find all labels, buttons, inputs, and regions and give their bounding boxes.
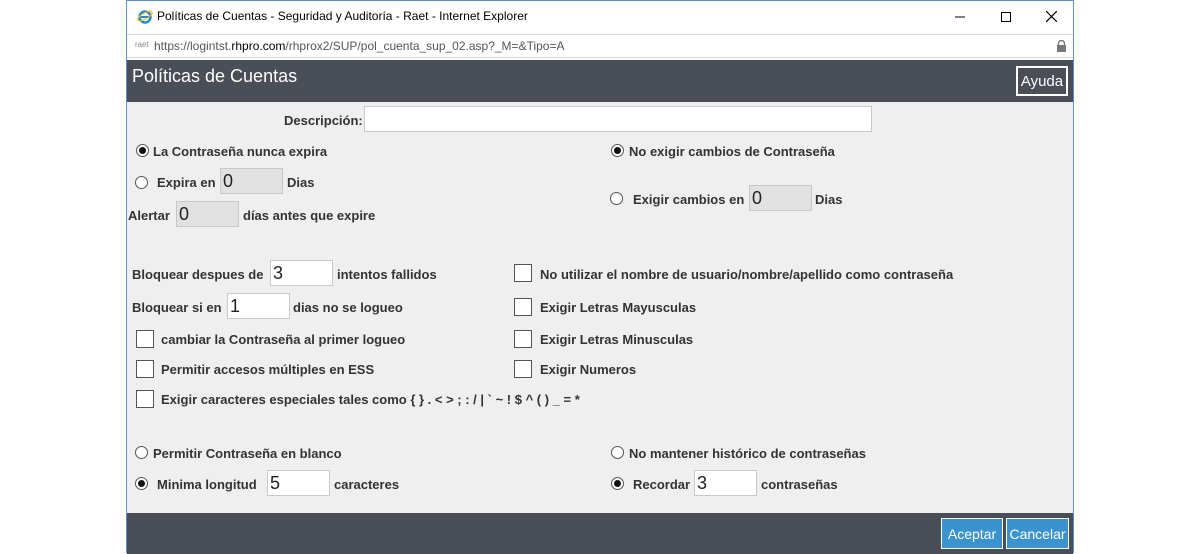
alert-days-input[interactable]: 0 (176, 201, 239, 227)
min-length-radio[interactable] (135, 477, 148, 490)
expires-in-days-input[interactable]: 0 (220, 168, 283, 194)
require-change-radio[interactable] (610, 192, 623, 205)
min-length-label: Minima longitud (157, 477, 257, 492)
page-title: Políticas de Cuentas (132, 66, 298, 86)
special-chars-checkbox[interactable] (136, 390, 154, 408)
lock-inactive-suffix: dias no se logueo (293, 300, 403, 315)
no-username-label: No utilizar el nombre de usuario/nombre/… (540, 267, 954, 282)
title-bar: Políticas de Cuentas - Seguridad y Audit… (127, 1, 1073, 32)
descripcion-input[interactable] (364, 106, 872, 132)
require-change-days-label: Dias (815, 192, 843, 207)
lock-inactive-days-input[interactable]: 1 (227, 293, 290, 319)
alert-days-suffix: días antes que expire (243, 208, 376, 223)
require-change-days-input[interactable]: 0 (749, 185, 812, 211)
lock-after-suffix: intentos fallidos (337, 267, 437, 282)
require-lowercase-label: Exigir Letras Minusculas (540, 332, 694, 347)
lock-icon (1057, 40, 1066, 52)
require-uppercase-label: Exigir Letras Mayusculas (540, 300, 697, 315)
dialog-content: Políticas de Cuentas Ayuda Descripción: … (127, 60, 1073, 554)
expires-days-label: Dias (287, 175, 315, 190)
multiple-access-ess-checkbox[interactable] (136, 360, 154, 378)
expires-in-label: Expira en (157, 175, 216, 190)
remember-radio[interactable] (611, 477, 624, 490)
special-chars-label: Exigir caracteres especiales tales como … (161, 392, 580, 407)
dialog-header: Políticas de Cuentas Ayuda (127, 60, 1073, 102)
no-username-checkbox[interactable] (514, 264, 532, 282)
site-favicon: raet (135, 40, 149, 49)
change-password-first-login-checkbox[interactable] (136, 330, 154, 348)
dialog-footer: Aceptar Cancelar (127, 513, 1073, 554)
help-button[interactable]: Ayuda (1016, 66, 1068, 96)
remember-count-input[interactable]: 3 (694, 470, 757, 496)
no-history-radio[interactable] (611, 446, 624, 459)
descripcion-label: Descripción: (284, 113, 363, 128)
require-numbers-label: Exigir Numeros (540, 362, 637, 377)
internet-explorer-icon (137, 10, 153, 24)
remember-label: Recordar (633, 477, 691, 492)
remember-suffix: contraseñas (761, 477, 838, 492)
maximize-icon (1001, 11, 1011, 22)
address-url[interactable]: https://logintst.rhpro.com/rhprox2/SUP/p… (154, 39, 564, 53)
no-history-label: No mantener histórico de contraseñas (629, 446, 866, 461)
no-require-change-label: No exigir cambios de Contraseña (629, 144, 835, 159)
require-numbers-checkbox[interactable] (514, 360, 532, 378)
min-length-suffix: caracteres (334, 477, 400, 492)
multiple-access-ess-label: Permitir accesos múltiples en ESS (161, 362, 375, 377)
change-password-first-login-label: cambiar la Contraseña al primer logueo (161, 332, 406, 347)
require-lowercase-checkbox[interactable] (514, 330, 532, 348)
accept-button[interactable]: Aceptar (941, 518, 1003, 549)
lock-inactive-label: Bloquear si en (132, 300, 222, 315)
expires-in-radio[interactable] (135, 176, 148, 189)
minimize-button[interactable] (937, 1, 983, 32)
lock-after-attempts-input[interactable]: 3 (270, 260, 333, 286)
require-change-label: Exigir cambios en (633, 192, 745, 207)
address-bar[interactable]: raet https://logintst.rhpro.com/rhprox2/… (127, 34, 1073, 58)
lock-after-label: Bloquear despues de (132, 267, 264, 282)
min-length-input[interactable]: 5 (267, 470, 330, 496)
close-icon (1045, 11, 1057, 22)
password-never-expires-label: La Contraseña nunca expira (153, 144, 328, 159)
maximize-button[interactable] (983, 1, 1029, 32)
cancel-button[interactable]: Cancelar (1006, 518, 1069, 549)
password-never-expires-radio[interactable] (136, 144, 149, 157)
browser-window: Políticas de Cuentas - Seguridad y Audit… (126, 0, 1074, 554)
minimize-icon (955, 16, 965, 17)
no-require-change-radio[interactable] (611, 144, 624, 157)
allow-blank-label: Permitir Contraseña en blanco (153, 446, 342, 461)
alert-label: Alertar (128, 208, 170, 223)
close-button[interactable] (1028, 1, 1074, 32)
require-uppercase-checkbox[interactable] (514, 298, 532, 316)
allow-blank-radio[interactable] (135, 446, 148, 459)
window-title: Políticas de Cuentas - Seguridad y Audit… (157, 9, 528, 23)
